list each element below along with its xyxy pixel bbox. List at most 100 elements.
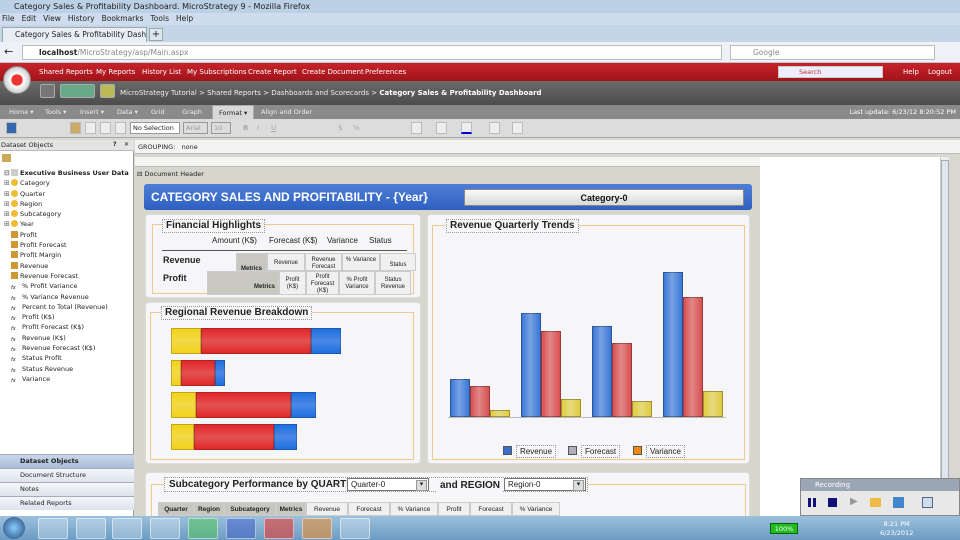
region-bar-segment[interactable] [311, 328, 341, 354]
font-size-dropdown[interactable]: 10 [211, 122, 231, 134]
region-bar-segment[interactable] [194, 424, 274, 450]
trend-bar-variance[interactable] [632, 401, 652, 417]
nav-create-report[interactable]: Create Report [248, 63, 297, 81]
taskbar-recorder-icon[interactable] [264, 518, 294, 539]
play-icon[interactable]: ▶ [850, 496, 858, 507]
settings-icon[interactable] [922, 497, 933, 508]
nav-create-document[interactable]: Create Document [302, 63, 364, 81]
line-color-icon[interactable] [436, 122, 447, 134]
quarter-dropdown[interactable]: Quarter-0 [347, 478, 429, 491]
home-icon[interactable] [40, 84, 55, 98]
clock[interactable]: 8:21 PM 6/23/2012 [880, 520, 913, 538]
column-header[interactable]: Region [194, 502, 224, 516]
ribbon-tools[interactable]: Tools ▾ [45, 105, 66, 119]
bold-button[interactable]: B [243, 124, 248, 132]
column-header[interactable]: Subcategory [224, 502, 276, 516]
tree-attribute[interactable]: ⊞ Region [4, 199, 129, 209]
line-style-icon[interactable] [512, 122, 523, 134]
app-search-input[interactable]: Search [778, 66, 883, 78]
taskbar-word-icon[interactable] [226, 518, 256, 539]
browser-search-input[interactable]: Google [730, 45, 935, 60]
trend-bar-revenue[interactable] [521, 313, 541, 417]
tree-derived-metric[interactable]: fx Profit Forecast (K$) [4, 322, 129, 332]
copy-icon[interactable] [85, 122, 96, 134]
crumb-shared-reports[interactable]: Shared Reports [207, 89, 261, 97]
panel-dataset-objects[interactable]: Dataset Objects [0, 454, 134, 468]
taskbar-excel-icon[interactable] [188, 518, 218, 539]
italic-button[interactable]: I [257, 124, 259, 132]
back-forward-buttons[interactable] [60, 84, 95, 98]
trend-bar-forecast[interactable] [470, 386, 490, 417]
tree-derived-metric[interactable]: fx Percent to Total (Revenue) [4, 302, 129, 312]
new-tab-button[interactable]: + [149, 28, 163, 41]
tree-metric[interactable]: Revenue [4, 261, 129, 271]
stop-icon[interactable] [828, 498, 837, 507]
close-icon[interactable]: ✕ [124, 141, 129, 148]
region-bar-segment[interactable] [171, 360, 181, 386]
tree-derived-metric[interactable]: fx Profit (K$) [4, 312, 129, 322]
percent-button[interactable]: % [353, 124, 360, 132]
ribbon-insert[interactable]: Insert ▾ [80, 105, 104, 119]
grouping-value[interactable]: none [182, 143, 198, 151]
format-painter-icon[interactable] [70, 122, 81, 134]
tree-derived-metric[interactable]: fx Status Revenue [4, 364, 129, 374]
menu-edit[interactable]: Edit [22, 14, 37, 23]
nav-shared-reports[interactable]: Shared Reports [39, 63, 93, 81]
column-header[interactable]: % Variance [390, 502, 438, 516]
scrollbar-thumb[interactable] [941, 160, 949, 480]
menu-view[interactable]: View [43, 14, 61, 23]
folder-icon[interactable] [100, 84, 115, 98]
tree-derived-metric[interactable]: fx Revenue (K$) [4, 333, 129, 343]
underline-button[interactable]: U [271, 124, 276, 132]
nav-preferences[interactable]: Preferences [365, 63, 406, 81]
trend-bar-forecast[interactable] [683, 297, 703, 417]
trend-bar-variance[interactable] [703, 391, 723, 417]
help-icon[interactable]: ? [113, 141, 116, 148]
new-object-icon[interactable] [2, 154, 11, 162]
ribbon-align[interactable]: Align and Order [261, 105, 312, 119]
tree-metric[interactable]: Profit [4, 230, 129, 240]
url-bar[interactable]: localhost/MicroStrategy/asp/Main.aspx [22, 45, 722, 60]
currency-button[interactable]: $ [338, 124, 342, 132]
ribbon-data[interactable]: Data ▾ [117, 105, 138, 119]
menu-tools[interactable]: Tools [151, 14, 169, 23]
category-selector[interactable]: Category-0 [464, 189, 744, 206]
region-bar-segment[interactable] [196, 392, 291, 418]
tree-metric[interactable]: Profit Margin [4, 250, 129, 260]
borders-icon[interactable] [489, 122, 500, 134]
trend-bar-revenue[interactable] [450, 379, 470, 417]
panel-document-structure[interactable]: Document Structure [0, 468, 134, 482]
trend-bar-forecast[interactable] [612, 343, 632, 417]
panel-notes[interactable]: Notes [0, 482, 134, 496]
start-button[interactable] [3, 517, 25, 539]
page-icon[interactable] [115, 122, 126, 134]
column-header[interactable]: Forecast [348, 502, 390, 516]
font-color-icon[interactable] [461, 122, 472, 134]
save-icon[interactable] [6, 122, 17, 134]
crumb-dashboards[interactable]: Dashboards and Scorecards [271, 89, 369, 97]
tree-derived-metric[interactable]: fx Variance [4, 374, 129, 384]
export-icon[interactable] [893, 497, 904, 508]
tree-derived-metric[interactable]: fx % Variance Revenue [4, 292, 129, 302]
taskbar-outlook-icon[interactable] [112, 518, 142, 539]
nav-my-subscriptions[interactable]: My Subscriptions [187, 63, 247, 81]
column-header[interactable]: Quarter [158, 502, 194, 516]
open-folder-icon[interactable] [870, 498, 881, 507]
ribbon-grid[interactable]: Grid [151, 105, 165, 119]
taskbar-media-icon[interactable] [76, 518, 106, 539]
ribbon-home[interactable]: Home ▾ [9, 105, 34, 119]
region-dropdown[interactable]: Region-0 [504, 478, 586, 491]
ribbon-graph[interactable]: Graph [182, 105, 202, 119]
crumb-tutorial[interactable]: MicroStrategy Tutorial [120, 89, 197, 97]
help-link[interactable]: Help [903, 63, 919, 81]
menu-history[interactable]: History [68, 14, 95, 23]
trend-bar-revenue[interactable] [663, 272, 683, 417]
browser-tab[interactable]: Category Sales & Profitability Dashboard… [2, 27, 147, 42]
trend-bar-forecast[interactable] [541, 331, 561, 417]
region-bar-segment[interactable] [171, 328, 201, 354]
nav-my-reports[interactable]: My Reports [96, 63, 135, 81]
panel-related-reports[interactable]: Related Reports [0, 496, 134, 510]
taskbar-firefox-icon[interactable] [302, 518, 332, 539]
region-bar-segment[interactable] [274, 424, 297, 450]
fill-color-icon[interactable] [411, 122, 422, 134]
